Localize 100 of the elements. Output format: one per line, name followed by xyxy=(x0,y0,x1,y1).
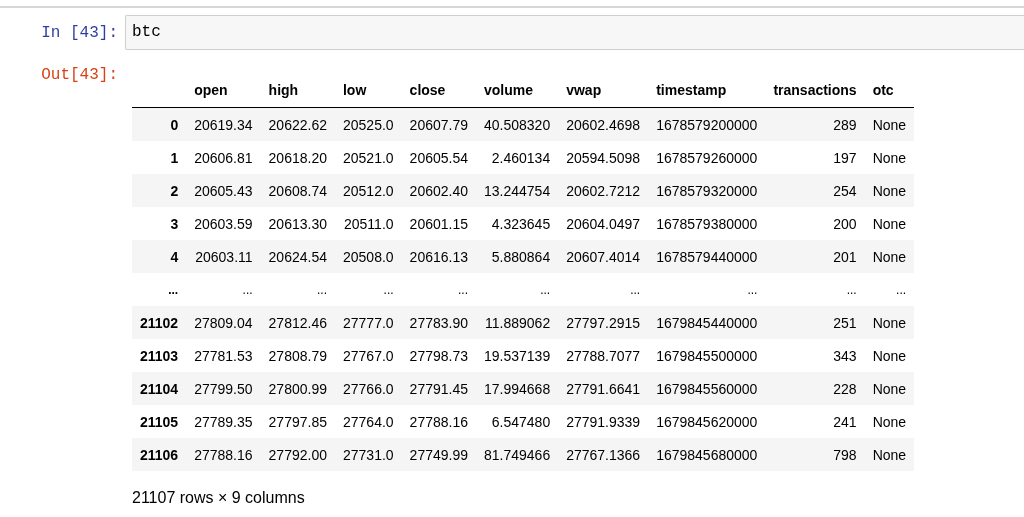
table-cell: 27788.7077 xyxy=(558,339,649,372)
code-input[interactable]: btc xyxy=(125,15,1024,50)
table-cell: 20525.0 xyxy=(335,107,402,141)
table-cell: 27777.0 xyxy=(335,306,402,339)
table-cell: 27791.9339 xyxy=(558,405,649,438)
table-cell: 20607.4014 xyxy=(558,240,649,273)
table-cell: 27808.79 xyxy=(260,339,335,372)
table-cell: 27812.46 xyxy=(260,306,335,339)
row-index: 4 xyxy=(132,240,187,273)
table-cell: 1679845440000 xyxy=(648,306,766,339)
table-cell: 1679845560000 xyxy=(648,372,766,405)
table-cell: 27797.85 xyxy=(260,405,335,438)
table-cell: None xyxy=(864,438,915,471)
table-cell: None xyxy=(864,107,915,141)
table-cell: 20521.0 xyxy=(335,141,402,174)
row-index: 0 xyxy=(132,107,187,141)
table-cell: ... xyxy=(476,273,559,306)
table-cell: 20511.0 xyxy=(335,207,402,240)
table-cell: 343 xyxy=(765,339,865,372)
table-cell: 19.537139 xyxy=(476,339,559,372)
table-cell: 27809.04 xyxy=(186,306,261,339)
table-cell: 27766.0 xyxy=(335,372,402,405)
column-header: volume xyxy=(476,73,559,108)
table-cell: ... xyxy=(864,273,915,306)
row-index: 1 xyxy=(132,141,187,174)
input-prompt: In [43]: xyxy=(41,23,118,43)
table-cell: 1679845680000 xyxy=(648,438,766,471)
table-cell: 27731.0 xyxy=(335,438,402,471)
table-cell: 6.547480 xyxy=(476,405,559,438)
table-cell: 20622.62 xyxy=(260,107,335,141)
table-cell: 254 xyxy=(765,174,865,207)
table-cell: 27792.00 xyxy=(260,438,335,471)
table-cell: 1678579320000 xyxy=(648,174,766,207)
table-cell: 27789.35 xyxy=(186,405,261,438)
table-cell: 27767.1366 xyxy=(558,438,649,471)
table-cell: 20601.15 xyxy=(401,207,476,240)
column-header: vwap xyxy=(558,73,649,108)
table-cell: 27781.53 xyxy=(186,339,261,372)
table-cell: 20608.74 xyxy=(260,174,335,207)
table-cell: 1678579380000 xyxy=(648,207,766,240)
table-cell: 4.323645 xyxy=(476,207,559,240)
table-cell: 1678579440000 xyxy=(648,240,766,273)
table-cell: 27798.73 xyxy=(401,339,476,372)
row-index: 21104 xyxy=(132,372,187,405)
table-cell: 81.749466 xyxy=(476,438,559,471)
table-cell: 27783.90 xyxy=(401,306,476,339)
table-cell: None xyxy=(864,207,915,240)
table-cell: 20594.5098 xyxy=(558,141,649,174)
row-index: 21106 xyxy=(132,438,187,471)
table-cell: None xyxy=(864,339,915,372)
table-cell: 197 xyxy=(765,141,865,174)
table-cell: 27767.0 xyxy=(335,339,402,372)
table-cell: 27800.99 xyxy=(260,372,335,405)
table-cell: 798 xyxy=(765,438,865,471)
table-cell: 1678579260000 xyxy=(648,141,766,174)
table-cell: 27788.16 xyxy=(186,438,261,471)
table-cell: 20607.79 xyxy=(401,107,476,141)
table-cell: 17.994668 xyxy=(476,372,559,405)
row-index: 2 xyxy=(132,174,187,207)
table-cell: 228 xyxy=(765,372,865,405)
column-header: timestamp xyxy=(648,73,766,108)
table-cell: 20605.54 xyxy=(401,141,476,174)
table-cell: 1679845620000 xyxy=(648,405,766,438)
table-cell: ... xyxy=(401,273,476,306)
table-cell: 20512.0 xyxy=(335,174,402,207)
column-header: close xyxy=(401,73,476,108)
column-header: transactions xyxy=(765,73,865,108)
table-cell: 201 xyxy=(765,240,865,273)
column-header: high xyxy=(260,73,335,108)
table-cell: 27788.16 xyxy=(401,405,476,438)
table-cell: ... xyxy=(558,273,649,306)
table-cell: ... xyxy=(648,273,766,306)
table-cell: 27749.99 xyxy=(401,438,476,471)
table-cell: 20618.20 xyxy=(260,141,335,174)
table-cell: ... xyxy=(335,273,402,306)
row-index: ... xyxy=(132,273,187,306)
table-cell: 20508.0 xyxy=(335,240,402,273)
table-cell: 20603.11 xyxy=(186,240,261,273)
row-index: 3 xyxy=(132,207,187,240)
table-cell: ... xyxy=(765,273,865,306)
table-cell: 20602.7212 xyxy=(558,174,649,207)
output-prompt: Out[43]: xyxy=(41,65,118,85)
table-cell: None xyxy=(864,240,915,273)
table-cell: 27797.2915 xyxy=(558,306,649,339)
table-cell: 27791.6641 xyxy=(558,372,649,405)
table-cell: 289 xyxy=(765,107,865,141)
table-cell: 20603.59 xyxy=(186,207,261,240)
row-index: 21105 xyxy=(132,405,187,438)
row-index: 21102 xyxy=(132,306,187,339)
table-cell: 20613.30 xyxy=(260,207,335,240)
table-cell: 20624.54 xyxy=(260,240,335,273)
table-cell: 27764.0 xyxy=(335,405,402,438)
table-cell: 20606.81 xyxy=(186,141,261,174)
table-cell: 1679845500000 xyxy=(648,339,766,372)
table-cell: 20605.43 xyxy=(186,174,261,207)
table-cell: None xyxy=(864,174,915,207)
table-cell: 13.244754 xyxy=(476,174,559,207)
row-index: 21103 xyxy=(132,339,187,372)
table-cell: 27799.50 xyxy=(186,372,261,405)
table-cell: 1678579200000 xyxy=(648,107,766,141)
